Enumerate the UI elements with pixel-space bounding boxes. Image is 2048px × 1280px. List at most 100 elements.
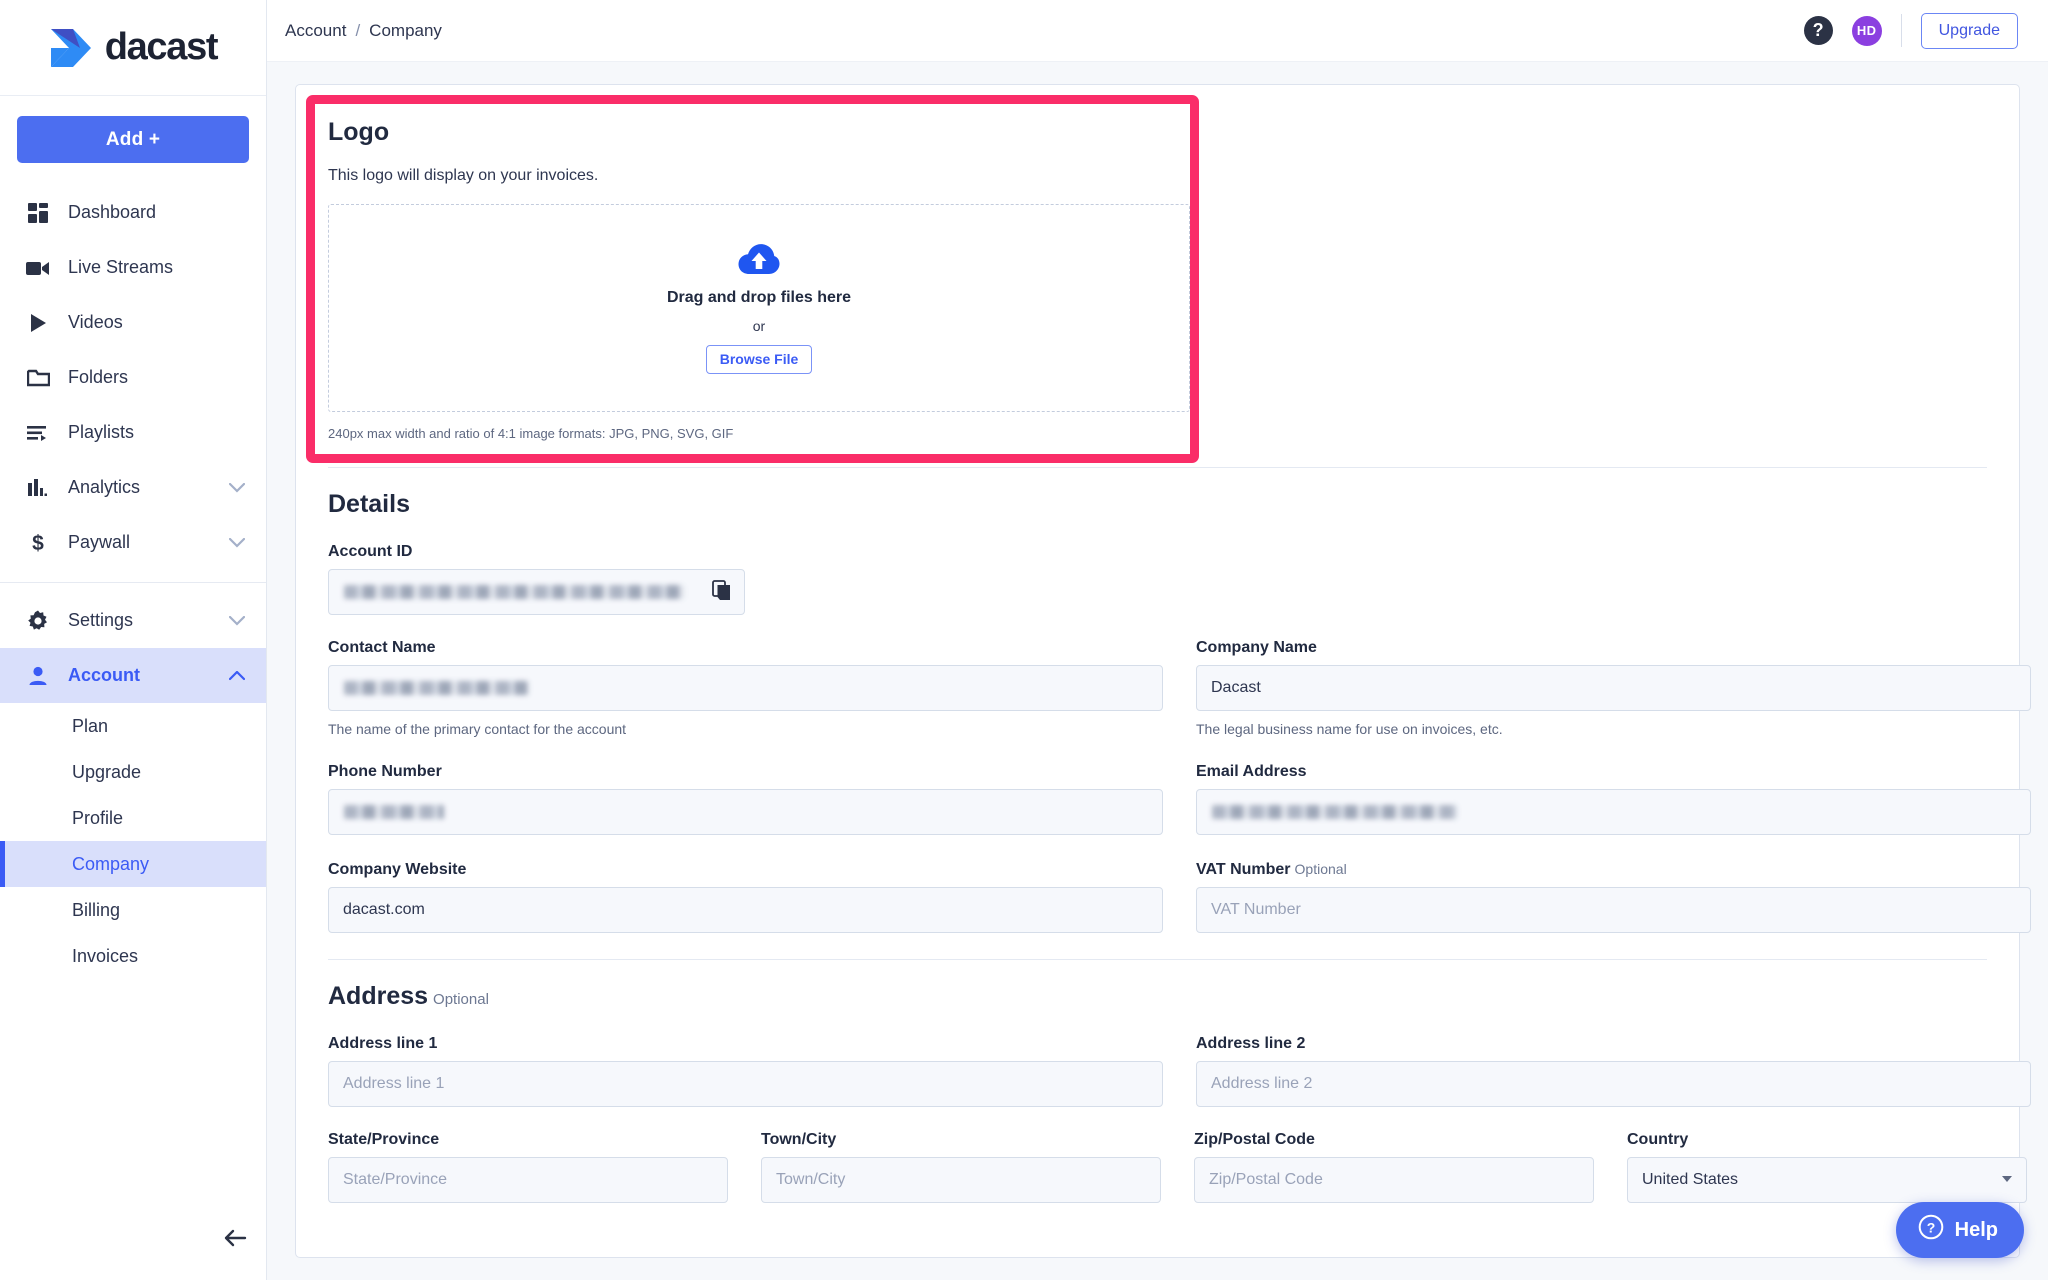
dollar-icon: $ (26, 531, 50, 555)
address-line-1-input[interactable] (328, 1061, 1163, 1107)
town-city-label: Town/City (761, 1131, 837, 1148)
account-id-label: Account ID (328, 543, 413, 560)
chevron-down-icon (228, 479, 246, 497)
chevron-down-icon (228, 612, 246, 630)
collapse-sidebar-button[interactable] (218, 1222, 252, 1256)
sidebar-item-analytics[interactable]: Analytics (0, 460, 266, 515)
address-form-grid: Address line 1 Address line 2 (328, 1035, 2031, 1107)
sidebar-item-plan[interactable]: Plan (0, 703, 266, 749)
sidebar-item-label: Playlists (68, 422, 135, 442)
help-widget-button[interactable]: ? Help (1895, 1202, 2024, 1258)
vat-number-label: VAT Number Optional (1196, 861, 2031, 879)
avatar[interactable]: HD (1851, 15, 1882, 46)
address-title-text: Address (328, 982, 429, 1010)
copy-account-id-button[interactable] (711, 579, 733, 605)
state-province-label: State/Province (328, 1131, 440, 1148)
sidebar-item-label: Videos (68, 312, 123, 332)
town-city-input[interactable] (761, 1157, 1161, 1203)
state-province-input[interactable] (328, 1157, 728, 1203)
sidebar-item-label: Dashboard (68, 202, 157, 222)
sidebar-item-live-streams[interactable]: Live Streams (0, 240, 266, 295)
field-account-id: Account ID (328, 543, 1987, 615)
sidebar-item-profile[interactable]: Profile (0, 795, 266, 841)
sidebar-item-paywall[interactable]: $ Paywall (0, 515, 266, 570)
grid-spacer (1196, 737, 2031, 763)
folder-icon (26, 366, 50, 390)
sidebar-subitem-label: Invoices (72, 945, 139, 966)
field-email-address: Email Address (1196, 763, 2031, 835)
company-website-input[interactable] (328, 887, 1163, 933)
topbar: Account / Company ? HD Upgrade (267, 0, 2048, 62)
add-button-container: Add + (0, 96, 266, 177)
sidebar-item-upgrade[interactable]: Upgrade (0, 749, 266, 795)
vat-number-input[interactable] (1196, 887, 2031, 933)
sidebar-item-dashboard[interactable]: Dashboard (0, 185, 266, 240)
sidebar-subitem-label: Company (72, 853, 150, 874)
dropzone-primary-text: Drag and drop files here (666, 288, 852, 306)
phone-number-input[interactable] (328, 789, 1163, 835)
browse-file-button[interactable]: Browse File (705, 344, 813, 374)
company-website-label: Company Website (328, 861, 467, 878)
email-address-label: Email Address (1196, 763, 1307, 780)
add-button[interactable]: Add + (17, 116, 249, 163)
vat-number-optional-tag: Optional (1294, 861, 1347, 877)
sidebar-item-billing[interactable]: Billing (0, 887, 266, 933)
question-circle-icon: ? (1918, 1214, 1944, 1246)
play-icon (26, 311, 50, 335)
field-town-city: Town/City (761, 1131, 1161, 1203)
address-section: Address Optional Address line 1 Address l… (328, 960, 2031, 1203)
contact-name-hint: The name of the primary contact for the … (328, 721, 627, 737)
country-select[interactable] (1627, 1157, 2027, 1203)
cloud-upload-icon (738, 243, 780, 277)
sidebar-item-folders[interactable]: Folders (0, 350, 266, 405)
breadcrumb-company[interactable]: Company (369, 21, 442, 41)
logo-section-title: Logo (328, 118, 390, 146)
details-section-title: Details (328, 490, 410, 518)
field-state-province: State/Province (328, 1131, 728, 1203)
dacast-logo-icon (50, 28, 91, 67)
field-vat-number: VAT Number Optional (1196, 861, 2031, 933)
details-form-grid: Contact Name The name of the primary con… (328, 639, 2031, 933)
breadcrumb-separator: / (355, 20, 361, 40)
breadcrumb-account[interactable]: Account (285, 21, 346, 41)
address-line-2-label: Address line 2 (1196, 1035, 1306, 1052)
country-select-wrapper (1627, 1157, 2027, 1203)
logo-dropzone[interactable]: Drag and drop files here or Browse File (328, 204, 1190, 412)
sidebar-subitem-label: Upgrade (72, 761, 142, 782)
help-widget-label: Help (1954, 1218, 1998, 1241)
sidebar-item-label: Live Streams (68, 257, 174, 277)
topbar-divider (1900, 14, 1902, 47)
copy-icon (712, 579, 732, 605)
upgrade-button[interactable]: Upgrade (1920, 12, 2018, 49)
field-address-line-1: Address line 1 (328, 1035, 1163, 1107)
company-name-input[interactable] (1196, 665, 2031, 711)
sidebar-item-label: Account (68, 665, 140, 685)
field-country: Country (1627, 1131, 2027, 1203)
dashboard-icon (26, 201, 50, 225)
company-name-label: Company Name (1196, 639, 1317, 656)
brand-logo[interactable]: dacast (0, 0, 266, 96)
field-company-name: Company Name The legal business name for… (1196, 639, 2031, 737)
sidebar-item-videos[interactable]: Videos (0, 295, 266, 350)
account-id-redacted-value (344, 585, 684, 599)
video-camera-icon (26, 256, 50, 280)
address-line-1-label: Address line 1 (328, 1035, 438, 1052)
sidebar-subitem-label: Plan (72, 715, 109, 736)
address-line-2-input[interactable] (1196, 1061, 2031, 1107)
help-icon[interactable]: ? (1803, 16, 1833, 45)
sidebar-item-account[interactable]: Account (0, 648, 266, 703)
sidebar-item-settings[interactable]: Settings (0, 593, 266, 648)
sidebar-footer (0, 1222, 266, 1280)
logo-section-description: This logo will display on your invoices. (328, 167, 599, 184)
sidebar-item-invoices[interactable]: Invoices (0, 933, 266, 979)
main-area: Account / Company ? HD Upgrade Logo This… (267, 0, 2048, 1280)
field-phone-number: Phone Number (328, 763, 1163, 835)
arrow-left-icon (223, 1229, 247, 1250)
logo-section: Logo This logo will display on your invo… (328, 85, 1190, 441)
company-name-hint: The legal business name for use on invoi… (1196, 721, 1503, 737)
zip-postal-code-input[interactable] (1194, 1157, 1594, 1203)
contact-name-label: Contact Name (328, 639, 436, 656)
sidebar-item-playlists[interactable]: Playlists (0, 405, 266, 460)
sidebar-item-company[interactable]: Company (0, 841, 266, 887)
vat-number-label-text: VAT Number (1196, 861, 1291, 878)
